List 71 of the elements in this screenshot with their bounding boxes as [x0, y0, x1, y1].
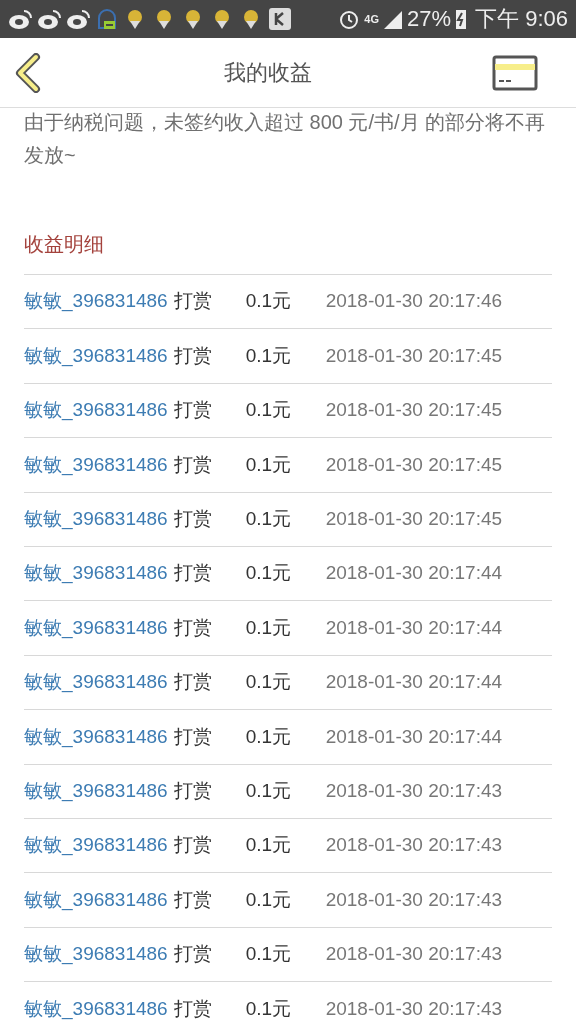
section-title: 收益明细 [23, 232, 105, 257]
user-link[interactable]: 敏敏_396831486 [24, 885, 168, 915]
action-label: 打赏 [173, 833, 213, 858]
amount: 0.1元 [245, 343, 293, 368]
user-link[interactable]: 敏敏_396831486 [24, 668, 168, 697]
user-link[interactable]: 敏敏_396831486 [24, 559, 168, 588]
timestamp: 2018-01-30 20:17:44 [325, 670, 503, 695]
action-label: 打赏 [173, 561, 213, 586]
amount: 0.1元 [245, 996, 293, 1021]
card-icon [492, 54, 538, 91]
weibo-icon [8, 8, 33, 30]
action-label: 打赏 [173, 887, 213, 912]
app-icon [268, 7, 292, 31]
timestamp: 2018-01-30 20:17:44 [325, 615, 503, 640]
network-label: 4G [364, 11, 379, 27]
timestamp: 2018-01-30 20:17:45 [325, 452, 503, 477]
timestamp: 2018-01-30 20:17:43 [325, 996, 503, 1021]
amount: 0.1元 [245, 289, 293, 314]
action-label: 打赏 [173, 289, 213, 314]
weibo-icon [66, 8, 91, 30]
action-label: 打赏 [173, 670, 213, 695]
timestamp: 2018-01-30 20:17:44 [325, 724, 503, 749]
amount: 0.1元 [245, 561, 293, 586]
alarm-icon [338, 8, 361, 30]
action-label: 打赏 [173, 942, 213, 967]
action-label: 打赏 [173, 507, 213, 531]
amount: 0.1元 [245, 942, 293, 967]
card-button[interactable] [492, 54, 538, 91]
user-link[interactable]: 敏敏_396831486 [24, 831, 168, 860]
battery-icon [455, 8, 468, 30]
user-link[interactable]: 敏敏_396831486 [24, 341, 168, 371]
user-link[interactable]: 敏敏_396831486 [24, 776, 168, 806]
amount: 0.1元 [245, 833, 293, 858]
amount: 0.1元 [245, 887, 293, 912]
action-label: 打赏 [173, 724, 213, 749]
user-link[interactable]: 敏敏_396831486 [24, 940, 168, 969]
user-link[interactable]: 敏敏_396831486 [24, 396, 168, 425]
amount: 0.1元 [245, 398, 293, 423]
timestamp: 2018-01-30 20:17:45 [325, 507, 503, 531]
chat-icon [95, 6, 119, 32]
amount: 0.1元 [245, 452, 293, 477]
timestamp: 2018-01-30 20:17:46 [325, 289, 503, 314]
action-label: 打赏 [173, 343, 213, 368]
notice-text: 由于纳税问题，未签约收入超过 800 元/书/月 的部分将不再发放~ [23, 110, 547, 168]
user-link[interactable]: 敏敏_396831486 [24, 505, 168, 534]
amount: 0.1元 [245, 778, 293, 803]
clock: 下午 9:06 [475, 8, 568, 30]
page-title: 我的收益 [224, 59, 312, 87]
action-label: 打赏 [173, 452, 213, 477]
timestamp: 2018-01-30 20:17:45 [325, 343, 503, 368]
action-label: 打赏 [173, 615, 213, 640]
user-link[interactable]: 敏敏_396831486 [24, 613, 168, 643]
action-label: 打赏 [173, 778, 213, 803]
user-link[interactable]: 敏敏_396831486 [24, 994, 168, 1023]
timestamp: 2018-01-30 20:17:45 [325, 398, 503, 423]
amount: 0.1元 [245, 724, 293, 749]
timestamp: 2018-01-30 20:17:44 [325, 561, 503, 586]
amount: 0.1元 [245, 507, 293, 531]
timestamp: 2018-01-30 20:17:43 [325, 778, 503, 803]
user-link[interactable]: 敏敏_396831486 [24, 287, 168, 316]
timestamp: 2018-01-30 20:17:43 [325, 833, 503, 858]
weibo-icon [37, 8, 62, 30]
user-link[interactable]: 敏敏_396831486 [24, 450, 168, 480]
timestamp: 2018-01-30 20:17:43 [325, 942, 503, 967]
action-label: 打赏 [173, 996, 213, 1021]
timestamp: 2018-01-30 20:17:43 [325, 887, 503, 912]
battery-percent: 27% [407, 8, 452, 30]
user-link[interactable]: 敏敏_396831486 [24, 722, 168, 752]
action-label: 打赏 [173, 398, 213, 423]
amount: 0.1元 [245, 615, 293, 640]
amount: 0.1元 [245, 670, 293, 695]
